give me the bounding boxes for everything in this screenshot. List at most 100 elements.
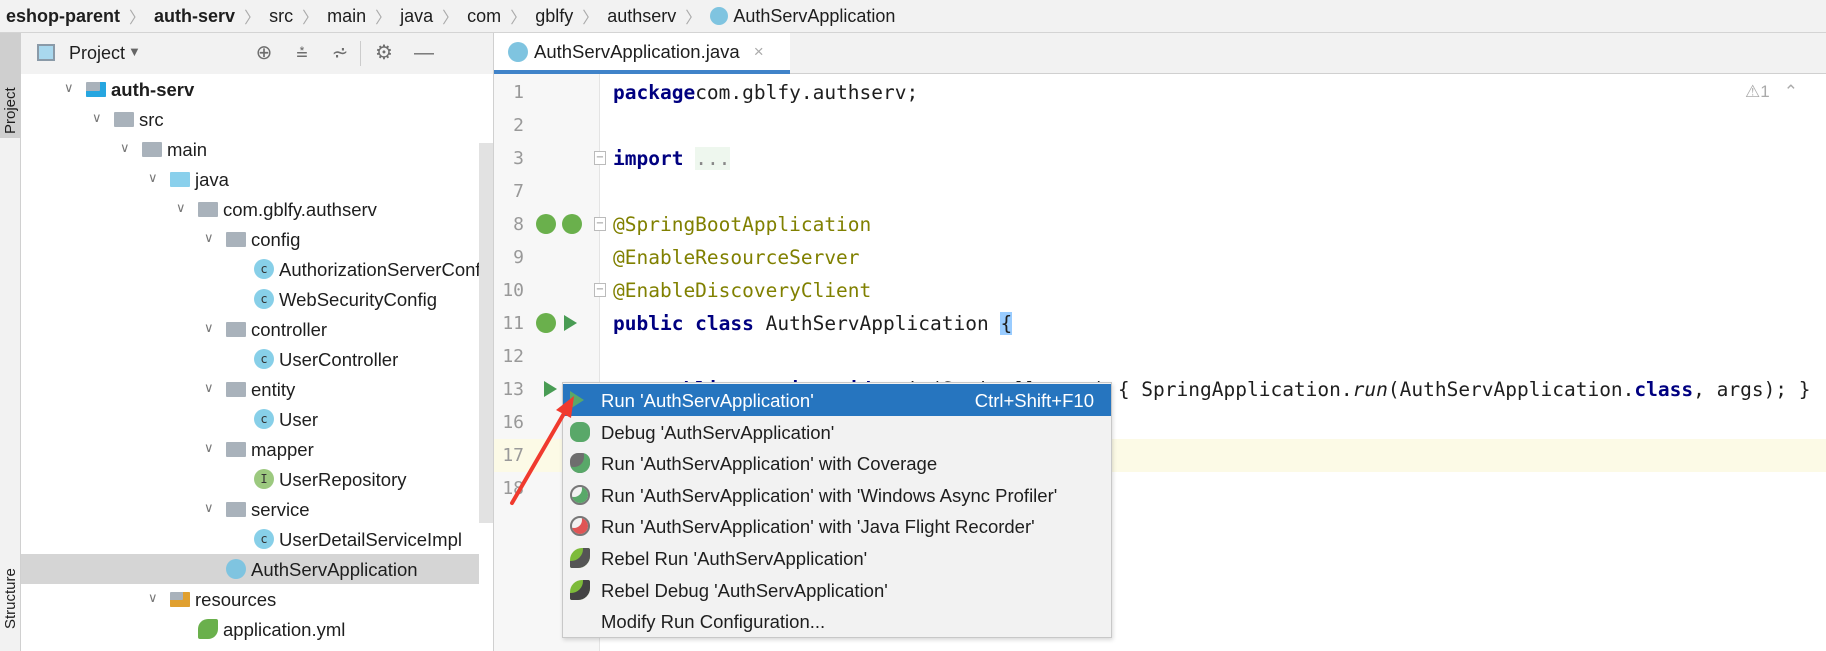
tree-item-label: src (139, 109, 164, 130)
menu-item[interactable]: Run 'AuthServApplication' with 'Windows … (563, 479, 1111, 511)
structure-tool-tab[interactable]: Structure (0, 513, 21, 633)
chevron-down-icon[interactable]: ∨ (92, 110, 106, 125)
warnings-indicator[interactable]: ⚠1 ⌃ (1745, 82, 1798, 102)
chevron-down-icon[interactable]: ∨ (176, 200, 190, 215)
interface-icon: I (254, 469, 274, 489)
tree-item[interactable]: ∨ service (21, 494, 479, 524)
tree-item-label: AuthorizationServerConfig (279, 259, 479, 280)
fold-marker-icon[interactable]: − (594, 217, 606, 231)
tree-item-label: UserRepository (279, 469, 407, 490)
breadcrumb-item[interactable]: auth-serv (154, 6, 235, 27)
code-line[interactable]: 10 @EnableDiscoveryClient − (494, 274, 1826, 307)
chevron-down-icon[interactable]: ∨ (120, 140, 134, 155)
tree-item[interactable]: c UserDetailServiceImpl (21, 524, 479, 554)
gear-icon[interactable]: ⚙ (373, 42, 395, 64)
tree-item[interactable]: c AuthorizationServerConfig (21, 254, 479, 284)
warning-icon: ⚠ (1745, 82, 1761, 101)
expand-all-icon[interactable]: ⩮ (291, 42, 313, 64)
tree-item[interactable]: c User (21, 404, 479, 434)
tree-item[interactable]: ∨ mapper (21, 434, 479, 464)
collapse-all-icon[interactable]: ⩫ (329, 42, 351, 64)
chevron-down-icon[interactable]: ∨ (204, 320, 218, 335)
chevron-down-icon[interactable]: ∨ (204, 230, 218, 245)
line-number: 10 (502, 280, 524, 301)
breadcrumb-item[interactable]: authserv (607, 6, 676, 27)
code-token: , args); } (1693, 378, 1811, 401)
breadcrumb-item[interactable]: com (467, 6, 501, 27)
code-line[interactable]: 8 @SpringBootApplication − (494, 208, 1826, 241)
spring-boot-icon[interactable] (562, 214, 582, 234)
tree-item[interactable]: ∨ src (21, 104, 479, 134)
run-gutter-icon[interactable] (544, 381, 557, 397)
breadcrumb-item[interactable]: AuthServApplication (733, 6, 895, 27)
chevron-down-icon[interactable]: ∨ (204, 500, 218, 515)
code-line[interactable]: 1 packagecom.gblfy.authserv; (494, 76, 1826, 109)
package-icon (226, 502, 246, 517)
line-number: 3 (513, 148, 524, 169)
code-text: @EnableResourceServer (613, 246, 860, 269)
code-token: @EnableDiscoveryClient (613, 279, 872, 302)
tree-item[interactable]: ∨ com.gblfy.authserv (21, 194, 479, 224)
code-line[interactable]: 3 import ... − (494, 142, 1826, 175)
tree-item[interactable]: AuthServApplication (21, 554, 479, 584)
tree-item[interactable]: c WebSecurityConfig (21, 284, 479, 314)
tree-item[interactable]: ∨ main (21, 134, 479, 164)
code-line[interactable]: 9 @EnableResourceServer (494, 241, 1826, 274)
hide-icon[interactable]: — (413, 42, 435, 64)
folder-icon (114, 112, 134, 127)
tree-item[interactable]: c UserController (21, 344, 479, 374)
folder-icon (86, 82, 106, 97)
run-gutter-icon[interactable] (564, 315, 577, 331)
tree-item[interactable]: I UserRepository (21, 464, 479, 494)
tree-scrollbar[interactable] (479, 143, 493, 523)
code-line[interactable]: 12 (494, 340, 1826, 373)
tree-item[interactable]: ∨ java (21, 164, 479, 194)
tab-authservapplication-java[interactable]: AuthServApplication.java × (494, 33, 790, 74)
code-token: @EnableResourceServer (613, 246, 860, 269)
breadcrumb-item[interactable]: java (400, 6, 433, 27)
chevron-down-icon[interactable]: ∨ (148, 170, 162, 185)
code-line[interactable]: 2 (494, 109, 1826, 142)
tree-item[interactable]: ∨ controller (21, 314, 479, 344)
folder-icon (170, 172, 190, 187)
breadcrumb-item[interactable]: eshop-parent (6, 6, 120, 27)
chevron-down-icon[interactable]: ∨ (148, 590, 162, 605)
tree-item[interactable]: ∨ entity (21, 374, 479, 404)
tree-item[interactable]: ∨ config (21, 224, 479, 254)
project-view-icon (37, 44, 55, 61)
chevron-up-icon[interactable]: ⌃ (1784, 82, 1798, 101)
fold-marker-icon[interactable]: − (594, 151, 606, 165)
breadcrumb-item[interactable]: src (269, 6, 293, 27)
code-line[interactable]: 7 (494, 175, 1826, 208)
code-line[interactable]: 11 public class AuthServApplication { (494, 307, 1826, 340)
chevron-down-icon[interactable]: ∨ (204, 380, 218, 395)
spring-beans-icon[interactable] (536, 214, 556, 234)
tree-item[interactable]: application.yml (21, 614, 479, 644)
tree-item-label: com.gblfy.authserv (223, 199, 377, 220)
chevron-down-icon[interactable]: ∨ (204, 440, 218, 455)
fold-marker-icon[interactable]: − (594, 283, 606, 297)
tree-item-label: entity (251, 379, 296, 400)
menu-item[interactable]: Modify Run Configuration... (563, 605, 1111, 637)
spring-bean-icon[interactable] (536, 313, 556, 333)
tree-item[interactable]: ∨ auth-serv (21, 74, 479, 104)
chevron-down-icon[interactable]: ∨ (64, 80, 78, 95)
tree-item-label: auth-serv (111, 79, 195, 100)
project-tool-tab[interactable]: Project (0, 33, 21, 138)
tree-item-label: main (167, 139, 208, 160)
menu-item[interactable]: Rebel Debug 'AuthServApplication' (563, 574, 1111, 606)
menu-item[interactable]: Run 'AuthServApplication' with 'Java Fli… (563, 510, 1111, 542)
locate-icon[interactable]: ⊕ (253, 42, 275, 64)
close-icon[interactable]: × (754, 42, 764, 62)
menu-item[interactable]: Rebel Run 'AuthServApplication' (563, 542, 1111, 574)
breadcrumb-item[interactable]: gblfy (535, 6, 573, 27)
project-view-selector[interactable]: Project (69, 43, 125, 64)
tree-item[interactable]: ∨ resources (21, 584, 479, 614)
chevron-down-icon[interactable]: ▼ (128, 44, 141, 59)
menu-item[interactable]: Run 'AuthServApplication' Ctrl+Shift+F10 (563, 384, 1111, 416)
spring-class-icon (508, 41, 528, 62)
menu-item[interactable]: Debug 'AuthServApplication' (563, 416, 1111, 448)
breadcrumb-item[interactable]: main (327, 6, 366, 27)
menu-item[interactable]: Run 'AuthServApplication' with Coverage (563, 447, 1111, 479)
class-icon: c (254, 529, 274, 549)
